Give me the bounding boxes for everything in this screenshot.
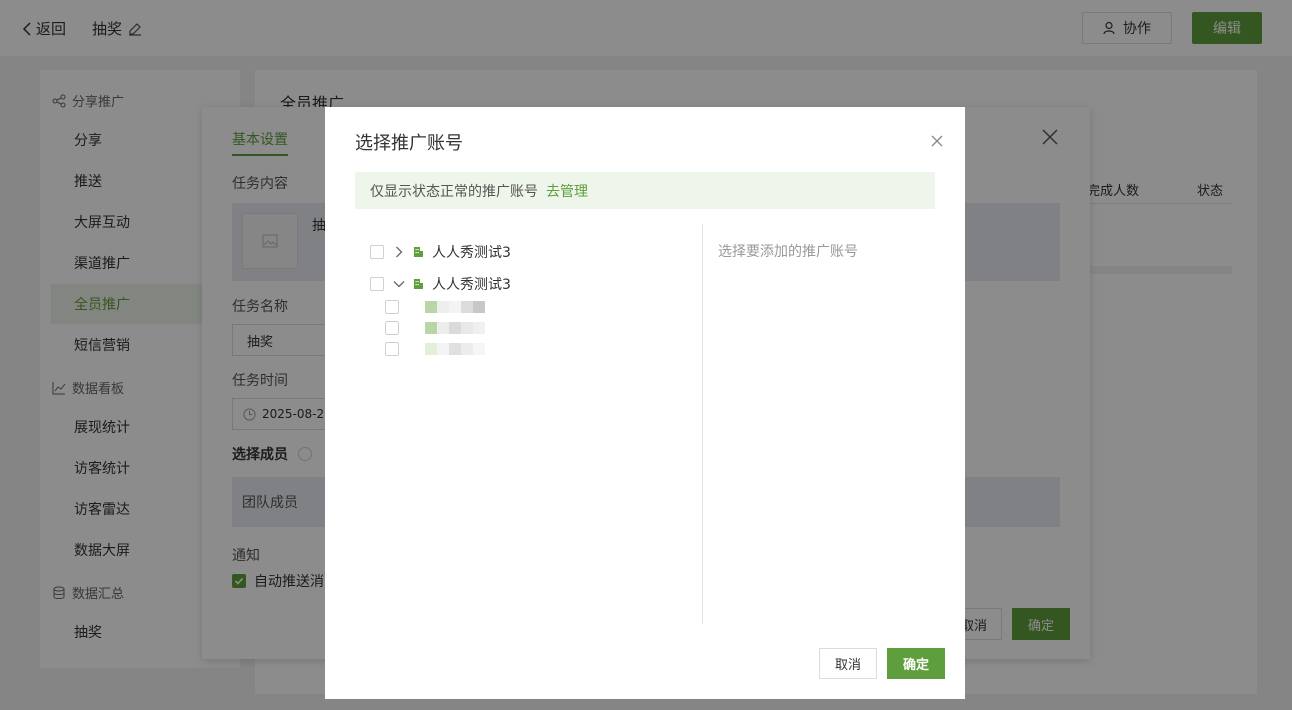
chevron-right-icon[interactable] [392, 245, 406, 259]
tree-child-checkbox[interactable] [385, 321, 399, 335]
tree-node[interactable]: 人人秀测试3 [370, 274, 511, 294]
modal-close-icon[interactable] [929, 133, 945, 149]
modal-confirm-button[interactable]: 确定 [887, 648, 945, 679]
organization-icon [414, 247, 423, 257]
obscured-account-name [425, 322, 485, 334]
tree-child[interactable] [385, 321, 485, 335]
modal-column-divider [702, 224, 703, 624]
tree-node-label: 人人秀测试3 [432, 277, 511, 293]
modal-cancel-button[interactable]: 取消 [819, 648, 877, 679]
tree-child-checkbox[interactable] [385, 342, 399, 356]
organization-icon [414, 279, 423, 289]
obscured-account-name [425, 343, 485, 355]
tree-node[interactable]: 人人秀测试3 [370, 242, 511, 262]
modal-title: 选择推广账号 [355, 133, 463, 154]
tree-child[interactable] [385, 342, 485, 356]
tree-node-label: 人人秀测试3 [432, 245, 511, 261]
chevron-down-icon[interactable] [392, 277, 406, 291]
notice-banner: 仅显示状态正常的推广账号 去管理 [355, 172, 935, 209]
tree-child-checkbox[interactable] [385, 300, 399, 314]
tree-node-checkbox[interactable] [370, 245, 384, 259]
tree-node-checkbox[interactable] [370, 277, 384, 291]
select-account-modal: 选择推广账号 仅显示状态正常的推广账号 去管理 人人秀测试3 人人秀测试3 选择… [325, 107, 965, 699]
notice-text: 仅显示状态正常的推广账号 [370, 183, 538, 200]
tree-child[interactable] [385, 300, 485, 314]
obscured-account-name [425, 301, 485, 313]
selected-accounts-hint: 选择要添加的推广账号 [718, 244, 858, 260]
manage-link[interactable]: 去管理 [546, 181, 588, 201]
